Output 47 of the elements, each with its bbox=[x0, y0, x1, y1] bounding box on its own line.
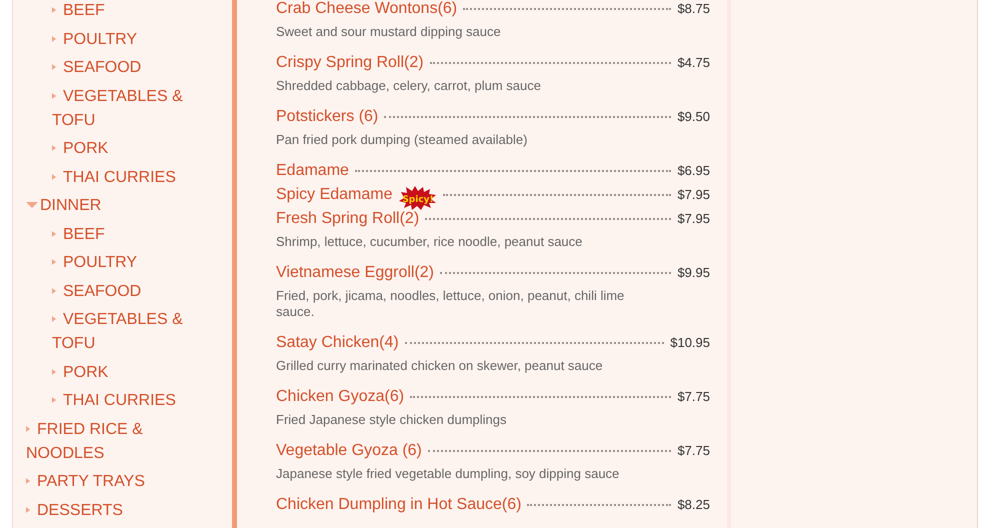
dish-name: Crispy Spring Roll(2) bbox=[276, 54, 424, 72]
dish-description: Fried Japanese style chicken dumplings bbox=[276, 412, 508, 428]
dish-price: $8.75 bbox=[677, 1, 710, 16]
dish-description: Shredded cabbage, celery, carrot, plum sauce bbox=[276, 78, 542, 94]
dish-name: Potstickers (6) bbox=[276, 108, 378, 126]
dish-name: Vegetable Gyoza (6) bbox=[276, 442, 422, 460]
subcategory-item[interactable]: SEAFOOD bbox=[14, 54, 232, 82]
dish-price: $9.95 bbox=[677, 265, 710, 280]
subcategory-item[interactable]: PORK bbox=[14, 358, 232, 387]
dish-description: Pan fried pork dumping (steamed available) bbox=[276, 132, 528, 148]
subcategory-item[interactable]: THAI CURRIES bbox=[14, 164, 232, 192]
subcategory-item[interactable]: PORK bbox=[14, 135, 232, 164]
category-item[interactable]: DESSERTS bbox=[14, 496, 232, 525]
subcategory-item[interactable]: VEGETABLES & TOFU bbox=[14, 306, 232, 358]
category-item[interactable]: PARTY TRAYS bbox=[14, 468, 232, 496]
dish-price: $9.50 bbox=[677, 109, 710, 124]
dish-price: $8.25 bbox=[677, 497, 710, 512]
dish-name: Spicy Edamame bbox=[276, 186, 392, 204]
dish-description: Sweet and sour mustard dipping sauce bbox=[276, 24, 502, 40]
subcategory-item[interactable]: POULTRY bbox=[14, 249, 232, 278]
dish-name: Satay Chicken(4) bbox=[276, 334, 399, 352]
dish-name: Chicken Gyoza(6) bbox=[276, 388, 404, 406]
dish-name: Vietnamese Eggroll(2) bbox=[276, 264, 434, 282]
category-item[interactable]: DINNER bbox=[14, 192, 232, 220]
dish-name: Crab Cheese Wontons(6) bbox=[276, 0, 458, 18]
dish-name: Fresh Spring Roll(2) bbox=[276, 210, 420, 228]
subcategory-item[interactable]: POULTRY bbox=[14, 26, 232, 54]
dish-description: Shrimp, lettuce, cucumber, rice noodle, peanut sauce bbox=[276, 234, 584, 250]
subcategory-item[interactable]: BEEF bbox=[14, 220, 232, 249]
dish-price: $7.75 bbox=[677, 389, 710, 404]
dish-price: $7.95 bbox=[677, 211, 710, 226]
dish-price: $4.75 bbox=[677, 55, 710, 70]
dish-description: Japanese style fried vegetable dumpling, soy dipping sauce bbox=[276, 466, 620, 482]
subcategory-item[interactable]: BEEF bbox=[14, 0, 232, 26]
subcategory-item[interactable]: SEAFOOD bbox=[14, 278, 232, 306]
dish-price: $7.75 bbox=[677, 443, 710, 458]
dish-price: $10.95 bbox=[670, 335, 710, 350]
category-item[interactable]: FRIED RICE & NOODLES bbox=[14, 416, 232, 468]
spicy-badge-icon: Spicy! bbox=[398, 186, 436, 210]
dish-price: $6.95 bbox=[677, 163, 710, 178]
dish-description: Grilled curry marinated chicken on skewer, peanut sauce bbox=[276, 358, 604, 374]
subcategory-item[interactable]: VEGETABLES & TOFU bbox=[14, 82, 232, 135]
dish-name: Chicken Dumpling in Hot Sauce(6) bbox=[276, 496, 522, 514]
dish-name: Edamame bbox=[276, 162, 349, 180]
dish-price: $7.95 bbox=[677, 187, 710, 202]
subcategory-item[interactable]: THAI CURRIES bbox=[14, 387, 232, 416]
dish-description: Fried, pork, jicama, noodles, lettuce, onion, peanut, chili lime sauce. bbox=[276, 288, 626, 320]
